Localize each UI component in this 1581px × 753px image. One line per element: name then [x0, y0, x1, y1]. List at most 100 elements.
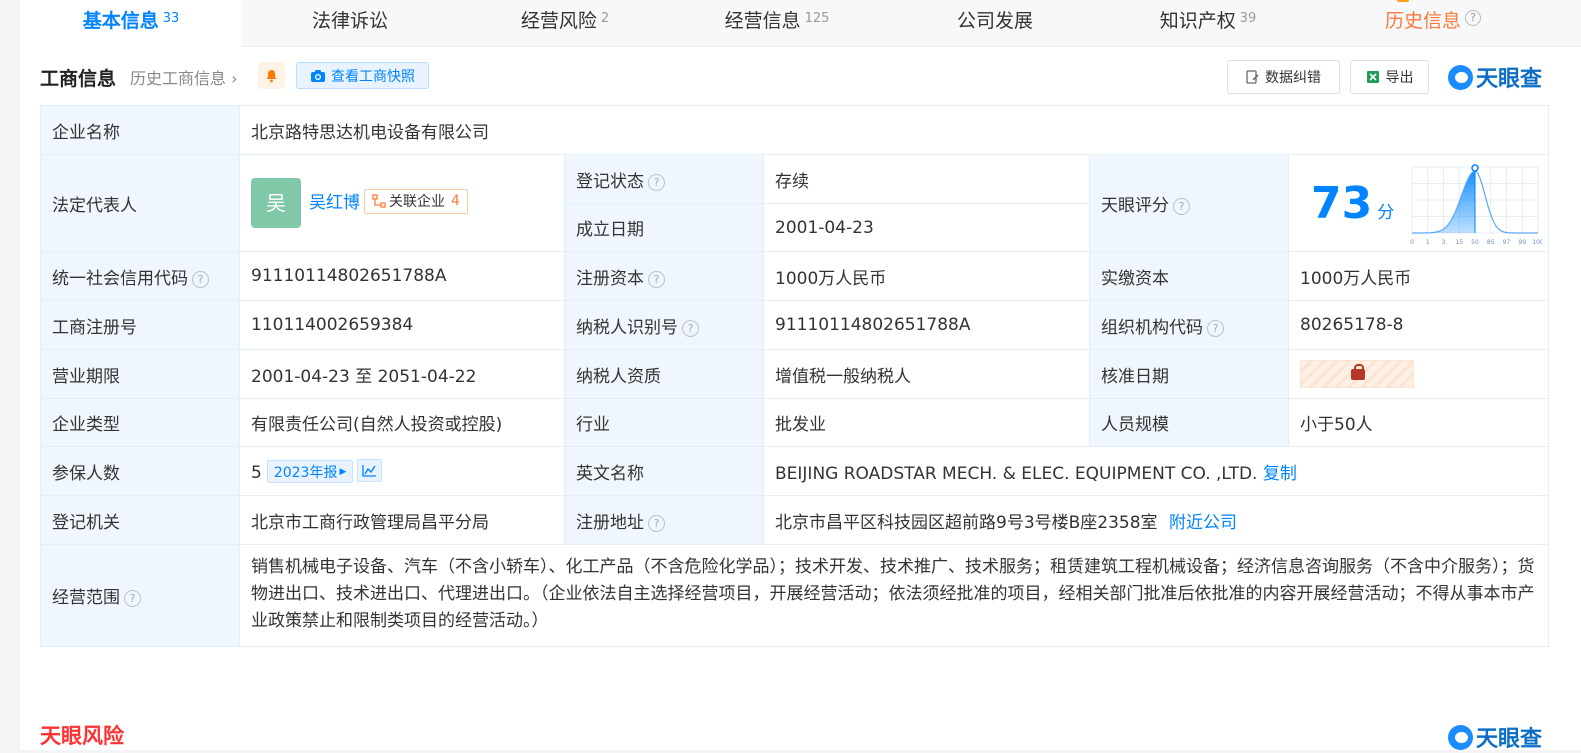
label-paid-capital: 实缴资本	[1089, 251, 1289, 301]
approved-date-cell	[1287, 349, 1550, 399]
tick-label: 85	[1487, 239, 1495, 246]
tab-count: 2	[600, 11, 610, 26]
logo-eye-icon	[1448, 64, 1473, 90]
tab-intellectual-property[interactable]: 知识产权 39	[1108, 0, 1308, 47]
logo-eye-icon	[1448, 724, 1473, 750]
taxpayer-id: 91110114802651788A	[763, 300, 1090, 350]
label-text: 登记状态	[576, 171, 644, 192]
tab-bar: 基本信息 33 法律诉讼 经营风险 2 经营信息 125 公司发展 知识产权 39 历史…	[20, 0, 1581, 47]
trend-chart-icon[interactable]	[357, 458, 383, 482]
business-scope: 销售机械电子设备、汽车（不含小轿车）、化工产品（不含危险化学品）；技术开发、技术…	[238, 544, 1550, 647]
avatar[interactable]: 吴	[251, 178, 301, 228]
new-badge	[1397, 0, 1409, 2]
label-reg-no: 工商注册号	[40, 300, 240, 350]
label-approved-date: 核准日期	[1089, 349, 1289, 399]
table-row: 参保人数 5 2023年报 ▶ 英文名称 BEIJING ROADSTAR MECH…	[40, 446, 1550, 496]
label-text: 天眼评分	[1101, 195, 1169, 216]
tab-label: 公司发展	[956, 10, 1033, 32]
tianyancha-logo-bottom: 天眼查	[1448, 722, 1542, 752]
table-row: 法定代表人 吴吴红博 关联企业 4 登记状态? 存续 天眼评分? 73 分 0 1 3 15…	[40, 154, 1550, 252]
data-correction-button[interactable]: 数据纠错	[1227, 60, 1340, 94]
help-icon[interactable]: ?	[1173, 197, 1190, 215]
label-text: 注册资本	[576, 268, 644, 289]
english-name-cell: BEIJING ROADSTAR MECH. & ELEC. EQUIPMENT…	[762, 446, 1550, 496]
label-text: 经营范围	[52, 588, 120, 608]
tick-label: 97	[1503, 239, 1511, 246]
tick-label: 15	[1456, 239, 1464, 246]
bell-icon[interactable]	[258, 62, 285, 89]
tab-label: 经营信息	[724, 10, 801, 32]
label-reg-status: 登记状态?	[564, 154, 764, 204]
tick-label: 100	[1533, 239, 1543, 246]
score-value: 73	[1311, 177, 1373, 229]
tab-label: 法律诉讼	[311, 10, 388, 32]
legal-rep-name-link[interactable]: 吴红博	[309, 193, 360, 213]
score-unit: 分	[1377, 202, 1395, 223]
help-icon[interactable]: ?	[124, 590, 141, 607]
tab-label: 基本信息	[82, 10, 159, 32]
export-label: 导出	[1385, 70, 1414, 86]
tab-basic-info[interactable]: 基本信息 33	[20, 0, 242, 47]
label-industry: 行业	[564, 398, 764, 447]
history-link-label: 历史工商信息	[130, 69, 227, 88]
related-count: 4	[451, 193, 460, 209]
help-icon[interactable]: ?	[1207, 319, 1224, 337]
table-row: 工商注册号 110114002659384 纳税人识别号? 9111011480…	[40, 300, 1550, 350]
tab-business-info[interactable]: 经营信息 125	[672, 0, 882, 47]
table-row: 企业名称 北京路特思达机电设备有限公司	[40, 105, 1550, 155]
label-english-name: 英文名称	[564, 446, 764, 496]
related-companies-button[interactable]: 关联企业 4	[364, 188, 468, 214]
label-credit-code: 统一社会信用代码?	[40, 251, 240, 301]
excel-icon	[1366, 71, 1379, 83]
logo-text: 天眼查	[1476, 727, 1543, 752]
registered-address: 北京市昌平区科技园区超前路9号3号楼B座2358室	[775, 512, 1158, 533]
score-cell[interactable]: 73 分 0 1 3 15 50 85 97 99 100	[1287, 154, 1550, 252]
registration-authority: 北京市工商行政管理局昌平分局	[239, 495, 565, 545]
help-icon[interactable]: ?	[1465, 10, 1481, 26]
edit-doc-icon	[1246, 70, 1259, 84]
english-name: BEIJING ROADSTAR MECH. & ELEC. EQUIPMENT…	[775, 463, 1258, 484]
table-row: 营业期限 2001-04-23 至 2051-04-22 纳税人资质 增值税一般…	[40, 349, 1550, 399]
export-button[interactable]: 导出	[1350, 60, 1429, 94]
snapshot-label: 查看工商快照	[331, 68, 415, 85]
help-icon[interactable]: ?	[648, 173, 665, 191]
help-icon[interactable]: ?	[192, 270, 209, 288]
business-info-table: 企业名称 北京路特思达机电设备有限公司 法定代表人 吴吴红博 关联企业 4 登记状态…	[40, 105, 1550, 647]
tax-qualification: 增值税一般纳税人	[763, 349, 1090, 399]
help-icon[interactable]: ?	[682, 319, 699, 337]
tab-litigation[interactable]: 法律诉讼	[242, 0, 458, 47]
snapshot-button[interactable]: 查看工商快照	[296, 62, 429, 89]
label-text: 统一社会信用代码	[52, 268, 188, 289]
label-founded: 成立日期	[564, 203, 764, 252]
label-company-name: 企业名称	[40, 105, 240, 155]
staff-size: 小于50人	[1287, 398, 1550, 447]
paid-capital: 1000万人民币	[1287, 251, 1550, 301]
score-distribution-chart: 0 1 3 15 50 85 97 99 100	[1410, 163, 1543, 246]
lock-icon[interactable]	[1300, 360, 1414, 388]
copy-link[interactable]: 复制	[1263, 464, 1297, 484]
tick-label: 50	[1471, 239, 1479, 246]
risk-section-title: 天眼风险	[40, 724, 124, 748]
label-staff-size: 人员规模	[1089, 398, 1289, 447]
tab-history-info[interactable]: 历史信息?	[1308, 0, 1558, 47]
history-link[interactable]: 历史工商信息 ›	[130, 65, 238, 89]
label-text: 注册地址	[576, 512, 644, 533]
tab-company-development[interactable]: 公司发展	[882, 0, 1108, 47]
tab-business-risk[interactable]: 经营风险 2	[458, 0, 672, 47]
insured-count: 5	[251, 462, 262, 483]
nearby-companies-link[interactable]: 附近公司	[1169, 513, 1237, 533]
label-score: 天眼评分?	[1089, 154, 1289, 252]
label-text: 纳税人识别号	[576, 317, 678, 338]
triangle-right-icon: ▶	[339, 466, 347, 477]
table-row: 企业类型 有限责任公司(自然人投资或控股) 行业 批发业 人员规模 小于50人	[40, 398, 1550, 447]
table-row: 经营范围? 销售机械电子设备、汽车（不含小轿车）、化工产品（不含危险化学品）；技…	[40, 544, 1550, 647]
help-icon[interactable]: ?	[648, 270, 665, 288]
tianyancha-logo: 天眼查	[1448, 62, 1542, 92]
label-taxpayer-id: 纳税人识别号?	[564, 300, 764, 350]
tab-label: 知识产权	[1159, 10, 1236, 32]
tab-label: 经营风险	[520, 10, 597, 32]
help-icon[interactable]: ?	[648, 514, 665, 532]
annual-report-button[interactable]: 2023年报 ▶	[266, 460, 354, 484]
label-legal-rep: 法定代表人	[40, 154, 240, 252]
address-cell: 北京市昌平区科技园区超前路9号3号楼B座2358室 附近公司	[762, 495, 1550, 545]
